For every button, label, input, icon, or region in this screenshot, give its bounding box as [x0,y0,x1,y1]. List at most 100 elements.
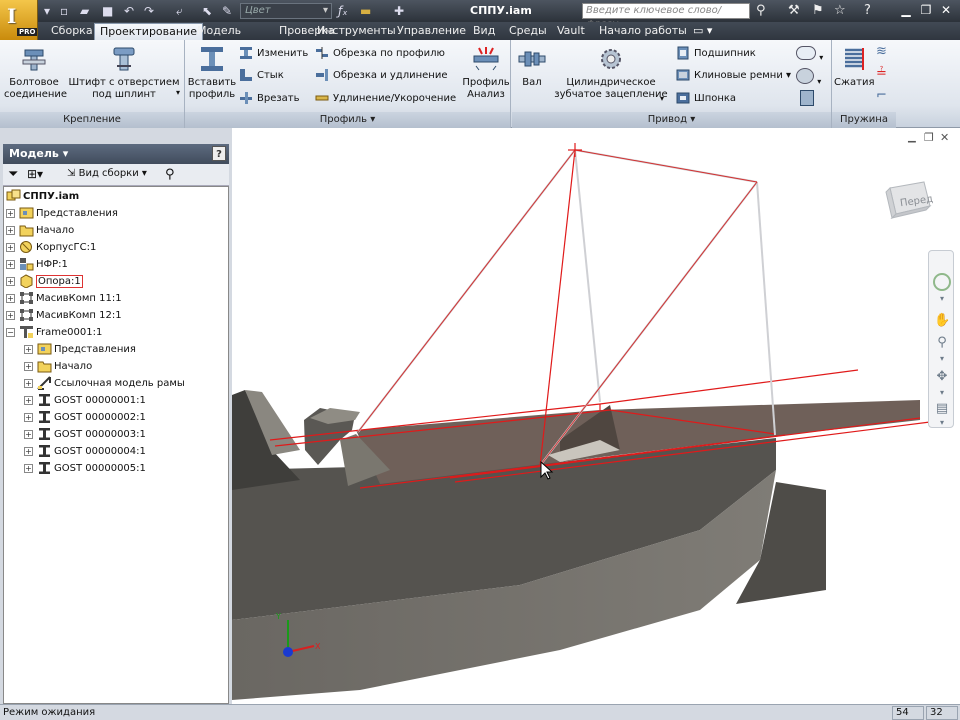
tree-view-icon[interactable]: ⊞▾ [27,167,43,181]
expand-icon[interactable]: + [6,242,15,252]
tree-node[interactable]: + НФР:1 [6,256,68,273]
beam-analysis-button[interactable]: Профиль Анализ [459,44,513,101]
expand-icon[interactable]: + [24,463,33,473]
disc-spring-icon[interactable]: ≟ [876,66,887,81]
panel-title-profile[interactable]: Профиль ▾ [185,112,510,128]
notch-button[interactable]: Врезать [239,91,300,106]
tree-node[interactable]: + GOST 00000005:1 [24,460,146,477]
collapse-icon[interactable]: − [6,327,15,337]
expand-icon[interactable]: + [24,344,33,354]
torsion-spring-icon[interactable]: ⌐ [876,88,887,103]
subscription-icon[interactable]: ⚑ [812,3,824,19]
select-arrow-icon[interactable]: ⬉ [202,3,212,19]
v-belts-button[interactable]: Клиновые ремни ▾ [676,68,791,83]
panel-expand-icon[interactable]: ▾ [690,114,695,125]
tools-icon[interactable]: ⚒ [788,3,800,19]
insert-profile-button[interactable]: Вставить профиль [187,44,237,101]
add-icon[interactable]: ✚ [394,3,404,19]
find-binoculars-icon[interactable]: ⚲ [165,167,175,182]
expand-icon[interactable]: + [6,208,15,218]
expand-icon[interactable]: + [24,446,33,456]
tree-node[interactable]: + GOST 00000004:1 [24,443,146,460]
gear-dropdown-icon[interactable]: ▾ [660,94,664,103]
binoculars-icon[interactable]: ⚲ [756,3,766,19]
panel-title-drive[interactable]: Привод ▾ [512,112,831,128]
cam-dropdown-icon[interactable]: ▾ [819,53,823,62]
steering-wheel-icon[interactable] [933,273,951,291]
browser-dropdown-icon[interactable]: ▾ [63,147,69,160]
orbit-icon[interactable]: ✥ [934,369,950,385]
expand-icon[interactable]: + [24,412,33,422]
trim-extend-button[interactable]: Обрезка и удлинение [315,68,447,83]
tab-manage[interactable]: Управление [392,23,471,40]
seal-button[interactable] [800,90,814,111]
tab-environments[interactable]: Среды [504,23,552,40]
tab-view[interactable]: Вид [468,23,500,40]
tab-model[interactable]: Модель [192,23,246,40]
browser-help-button[interactable]: ? [212,146,226,161]
steering-dropdown-icon[interactable]: ▾ [934,291,950,307]
spur-gear-button[interactable]: Цилиндрическое зубчатое зацепление [552,44,670,101]
compression-spring-button[interactable]: Сжатия [834,44,874,89]
pin-dropdown-icon[interactable]: ▾ [176,88,180,97]
viewcube[interactable]: Перед [884,178,934,224]
bolted-connection-button[interactable]: Болтовое соединение [4,44,67,101]
tree-node[interactable]: + Начало [6,222,74,239]
spline-dropdown-icon[interactable]: ▾ [817,77,821,86]
bearing-button[interactable]: Подшипник [676,46,756,61]
viewport-minimize-icon[interactable]: ▁ [908,132,916,143]
search-input[interactable]: Введите ключевое слово/фразу [582,3,750,30]
tree-node[interactable]: + GOST 00000003:1 [24,426,146,443]
expand-icon[interactable]: + [6,259,15,269]
tree-node[interactable]: + GOST 00000001:1 [24,392,146,409]
tree-node[interactable]: + Опора:1 [6,273,83,290]
restore-icon[interactable]: ❐ [918,2,934,18]
lengthen-shorten-button[interactable]: Удлинение/Укорочение [315,91,456,106]
expand-icon[interactable]: + [6,310,15,320]
expand-icon[interactable]: + [6,225,15,235]
open-folder-icon[interactable]: ▰ [80,3,89,19]
filter-icon[interactable]: ⏷ [8,167,18,182]
expand-icon[interactable]: + [24,429,33,439]
favorites-star-icon[interactable]: ☆ [834,3,846,19]
orbit-dropdown-icon[interactable]: ▾ [934,385,950,401]
miter-joint-button[interactable]: Стык [239,68,284,83]
browser-header[interactable]: Модель ▾ ? [3,144,229,164]
save-icon[interactable]: ■ [102,3,113,19]
tree-node[interactable]: + Ссылочная модель рамы [24,375,185,392]
new-icon[interactable]: ▫ [60,3,68,19]
return-icon[interactable]: ⤶ [176,3,183,19]
look-at-dropdown-icon[interactable]: ▾ [934,415,950,431]
key-connection-button[interactable]: Шпонка [676,91,736,106]
tree-node[interactable]: СППУ.iam [6,188,79,205]
close-icon[interactable]: ✕ [938,2,954,18]
application-menu-button[interactable]: I PRO [0,0,38,40]
expand-icon[interactable]: + [24,378,33,388]
zoom-icon[interactable]: ⚲ [934,335,950,351]
color-combo[interactable]: Цвет ▾ [240,3,332,19]
tab-assembly[interactable]: Сборка [46,23,98,40]
tree-node[interactable]: + Представления [6,205,118,222]
qa-dropdown-icon[interactable]: ▾ [44,3,50,19]
clevis-pin-button[interactable]: Штифт с отверстием под шплинт [68,44,180,101]
trim-to-frame-button[interactable]: Обрезка по профилю [315,46,445,61]
expand-icon[interactable]: + [6,293,15,303]
help-icon[interactable]: ? [864,3,871,19]
tree-node[interactable]: + GOST 00000002:1 [24,409,146,426]
redo-icon[interactable]: ↷ [144,3,154,19]
shaft-button[interactable]: Вал [514,44,550,89]
cam-button[interactable]: ▾ [796,46,823,65]
tree-node[interactable]: + МасивКомп 12:1 [6,307,122,324]
tree-node[interactable]: + Начало [24,358,92,375]
update-icon[interactable]: ✎ [222,3,232,19]
extension-spring-icon[interactable]: ≋ [876,44,887,59]
graphics-viewport[interactable]: Y X ▁ ❐ ✕ [232,128,960,704]
zoom-dropdown-icon[interactable]: ▾ [934,351,950,367]
undo-icon[interactable]: ↶ [124,3,134,19]
vbelt-dropdown-icon[interactable]: ▾ [786,70,791,81]
viewport-close-icon[interactable]: ✕ [940,131,949,144]
minimize-icon[interactable]: ▁ [898,2,914,18]
assembly-view-dropdown[interactable]: ⇲ Вид сборки ▾ [67,168,147,179]
tree-node[interactable]: + Представления [24,341,136,358]
ribbon-display-toggle-icon[interactable]: ▭ ▾ [688,23,717,40]
